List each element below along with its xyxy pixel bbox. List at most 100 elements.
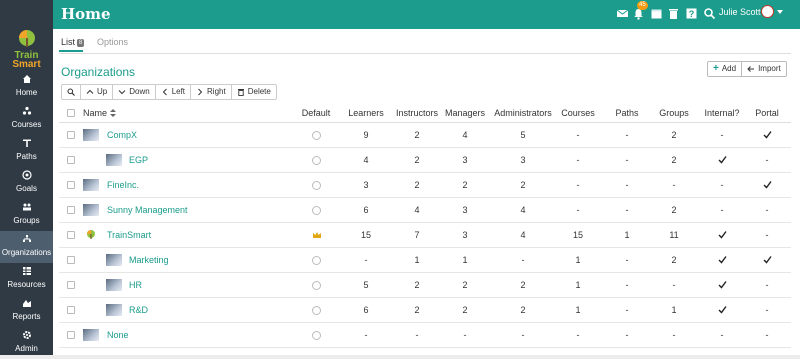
paths-cell: -	[625, 330, 629, 340]
row-checkbox[interactable]	[67, 131, 75, 139]
goals-icon	[0, 170, 53, 184]
organization-name-link[interactable]: TrainSmart	[107, 223, 151, 248]
default-radio[interactable]	[312, 181, 321, 190]
default-radio[interactable]	[312, 256, 321, 265]
search-button[interactable]	[62, 85, 80, 99]
tab-list[interactable]: List 8	[61, 37, 85, 47]
tab-list-count: 8	[77, 39, 85, 47]
courses-cell: 15	[572, 230, 583, 240]
portal-check-icon	[748, 173, 786, 198]
managers-cell: 3	[462, 155, 468, 165]
add-button[interactable]: + Add	[708, 62, 741, 76]
user-name[interactable]: Julie Scott	[719, 7, 761, 17]
move-right-button[interactable]: Right	[190, 85, 231, 99]
paths-cell: -	[625, 180, 629, 190]
administrators-cell: 5	[520, 130, 526, 140]
organization-name-link[interactable]: R&D	[129, 298, 148, 323]
row-checkbox[interactable]	[67, 181, 75, 189]
sidebar-item-resources[interactable]: Resources	[0, 263, 53, 295]
search-icon[interactable]	[703, 7, 716, 20]
sidebar-item-label: Courses	[11, 120, 42, 129]
table-toolbar: Up Down Left Right Delete	[61, 84, 277, 100]
mail-icon[interactable]	[616, 7, 629, 20]
portal-cell: -	[765, 280, 769, 290]
table-row[interactable]: TrainSmart 15 7 3 4 15 1 11-	[59, 223, 791, 248]
table-row[interactable]: R&D 6 2 2 2 1 - 1 -	[59, 298, 791, 323]
default-radio[interactable]	[312, 281, 321, 290]
column-header-paths: Paths	[615, 108, 639, 118]
internal-check-icon	[698, 223, 746, 248]
row-checkbox[interactable]	[67, 206, 75, 214]
column-header-administrators: Administrators	[494, 108, 552, 118]
reports-icon	[0, 298, 53, 312]
table-row[interactable]: Marketing - 1 1 - 1 - 2	[59, 248, 791, 273]
row-checkbox[interactable]	[67, 231, 75, 239]
row-checkbox[interactable]	[67, 281, 75, 289]
move-up-button[interactable]: Up	[80, 85, 112, 99]
sidebar-item-label: Reports	[12, 312, 41, 321]
main-panel: List 8 Options + Add Import Organizations…	[53, 29, 800, 355]
learners-cell: 6	[363, 205, 369, 215]
sidebar-item-reports[interactable]: Reports	[0, 295, 53, 327]
sidebar-item-organizations[interactable]: Organizations	[0, 231, 53, 263]
groups-cell: 2	[671, 205, 677, 215]
courses-cell: 1	[575, 255, 581, 265]
trainsmart-logo[interactable]: Train Smart	[0, 29, 53, 70]
managers-cell: 2	[462, 180, 468, 190]
table-row[interactable]: CompX 9 2 4 5 - - 2 -	[59, 123, 791, 148]
sidebar-item-paths[interactable]: Paths	[0, 135, 53, 167]
delete-label: Delete	[247, 87, 271, 96]
organization-name-link[interactable]: EGP	[129, 148, 148, 173]
paths-cell: 1	[624, 230, 630, 240]
select-all-checkbox[interactable]	[67, 109, 75, 117]
organization-thumbnail	[83, 129, 99, 141]
arrow-left-icon	[747, 66, 755, 72]
add-button-label: Add	[721, 64, 737, 73]
column-header-name[interactable]: Name	[83, 103, 143, 123]
table-row[interactable]: HR 5 2 2 2 1 - - -	[59, 273, 791, 298]
header-actions: + Add Import	[707, 61, 787, 77]
organization-name-link[interactable]: Sunny Management	[107, 198, 188, 223]
row-checkbox[interactable]	[67, 331, 75, 339]
sidebar-item-admin[interactable]: Admin	[0, 327, 53, 359]
top-bar: Home 45 ? Julie Scott	[53, 0, 800, 29]
sidebar-item-courses[interactable]: Courses	[0, 103, 53, 135]
table-row[interactable]: None - - - - - - - - -	[59, 323, 791, 348]
delete-button[interactable]: Delete	[230, 85, 276, 99]
sidebar-item-groups[interactable]: Groups	[0, 199, 53, 231]
default-radio[interactable]	[312, 156, 321, 165]
row-checkbox[interactable]	[67, 256, 75, 264]
table-row[interactable]: Sunny Management 6 4 3 4 - - 2 - -	[59, 198, 791, 223]
row-checkbox[interactable]	[67, 156, 75, 164]
sidebar-item-label: Home	[15, 88, 38, 97]
import-button[interactable]: Import	[741, 62, 786, 76]
organization-name-link[interactable]: Marketing	[129, 248, 169, 273]
trash-icon[interactable]	[667, 7, 680, 20]
table-row[interactable]: FineInc. 3 2 2 2 - - - -	[59, 173, 791, 198]
avatar[interactable]	[761, 5, 774, 18]
default-radio[interactable]	[312, 206, 321, 215]
tab-options[interactable]: Options	[97, 37, 128, 47]
internal-check-icon	[698, 298, 746, 323]
managers-cell: 3	[462, 205, 468, 215]
default-radio[interactable]	[312, 331, 321, 340]
paths-cell: -	[625, 280, 629, 290]
admin-icon	[0, 330, 53, 344]
move-down-button[interactable]: Down	[112, 85, 154, 99]
sidebar-item-goals[interactable]: Goals	[0, 167, 53, 199]
organization-name-link[interactable]: CompX	[107, 123, 137, 148]
row-checkbox[interactable]	[67, 306, 75, 314]
table-row[interactable]: EGP 4 2 3 3 - - 2 -	[59, 148, 791, 173]
default-radio[interactable]	[312, 131, 321, 140]
organization-name-link[interactable]: HR	[129, 273, 142, 298]
move-left-button[interactable]: Left	[154, 85, 190, 99]
calendar-icon[interactable]	[650, 7, 663, 20]
crown-icon	[313, 232, 321, 238]
chevron-down-icon[interactable]	[777, 9, 783, 15]
default-radio[interactable]	[312, 306, 321, 315]
sidebar-item-home[interactable]: Home	[0, 71, 53, 103]
organization-name-link[interactable]: None	[107, 323, 129, 348]
help-icon[interactable]: ?	[685, 7, 698, 20]
organization-name-link[interactable]: FineInc.	[107, 173, 139, 198]
chevron-up-icon	[86, 89, 94, 94]
